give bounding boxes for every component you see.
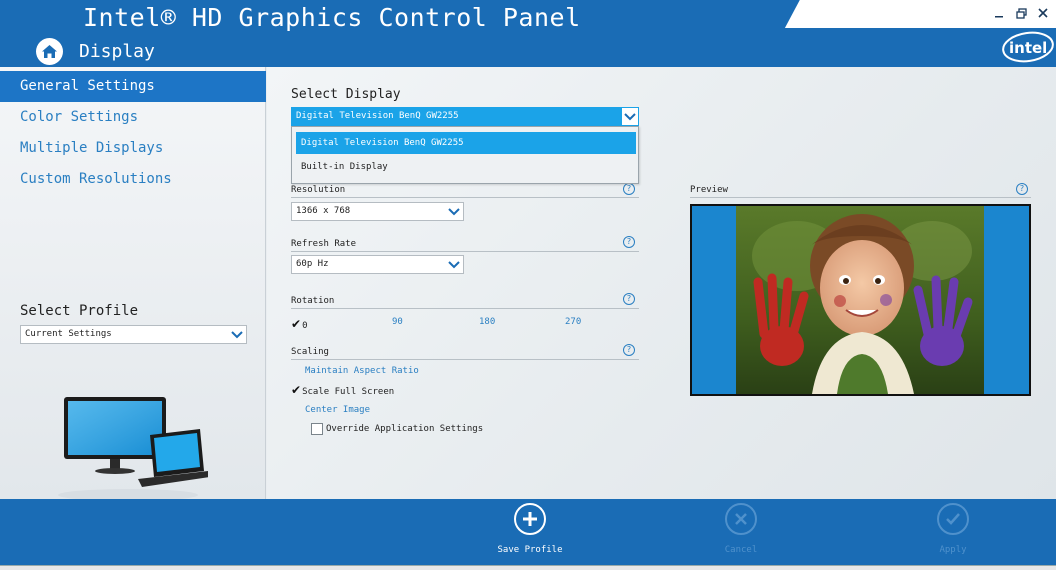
sidebar-item-custom-resolutions[interactable]: Custom Resolutions [0, 164, 266, 195]
divider [291, 197, 639, 198]
intel-logo: intel [1002, 31, 1054, 63]
resolution-select-value: 1366 x 768 [296, 206, 351, 216]
refresh-rate-label: Refresh Rate [291, 239, 357, 249]
page-title: Display [79, 41, 155, 62]
display-option[interactable]: Digital Television BenQ GW2255 [296, 132, 636, 154]
help-icon[interactable]: ? [623, 293, 635, 305]
resolution-label: Resolution [291, 185, 346, 195]
scaling-option-center-image[interactable]: Center Image [305, 405, 370, 415]
close-icon[interactable] [1036, 6, 1050, 20]
intel-logo-text: intel [1009, 39, 1047, 57]
check-circle-icon [937, 503, 969, 535]
sidebar-item-color-settings[interactable]: Color Settings [0, 102, 266, 133]
help-icon[interactable]: ? [623, 344, 635, 356]
refresh-rate-select-value: 60p Hz [296, 259, 329, 269]
resolution-select[interactable]: 1366 x 768 [291, 202, 464, 221]
profile-select-value: Current Settings [25, 329, 112, 339]
display-dropdown-list: Digital Television BenQ GW2255 Built-in … [291, 126, 639, 184]
rotation-option-90[interactable]: 90 [392, 317, 403, 327]
rotation-option-180[interactable]: 180 [479, 317, 495, 327]
window-controls [992, 6, 1050, 20]
taskbar-strip [0, 565, 1056, 570]
scaling-option-maintain-aspect-ratio[interactable]: Maintain Aspect Ratio [305, 366, 419, 376]
home-button[interactable] [36, 38, 63, 65]
cancel-label: Cancel [724, 545, 758, 555]
restore-icon[interactable] [1014, 6, 1028, 20]
save-profile-button[interactable]: Save Profile [485, 503, 575, 555]
scaling-label: Scaling [291, 347, 329, 357]
sidebar: General Settings Color Settings Multiple… [0, 67, 266, 501]
refresh-rate-select[interactable]: 60p Hz [291, 255, 464, 274]
minimize-icon[interactable] [992, 6, 1006, 20]
divider [291, 251, 639, 252]
rotation-option-label: 0 [302, 321, 308, 331]
plus-icon [514, 503, 546, 535]
chevron-down-icon [448, 208, 460, 216]
help-icon[interactable]: ? [623, 236, 635, 248]
main-panel: Select Display Digital Television BenQ G… [267, 67, 1056, 499]
override-application-settings[interactable]: Override Application Settings [311, 423, 483, 435]
apply-label: Apply [939, 545, 967, 555]
scaling-option-label: Scale Full Screen [302, 387, 395, 397]
monitor-laptop-illustration [58, 397, 208, 501]
chevron-down-icon [231, 331, 243, 339]
select-profile-label: Select Profile [20, 303, 139, 319]
footer-bar: Save Profile Cancel Apply [0, 499, 1056, 570]
sidebar-item-multiple-displays[interactable]: Multiple Displays [0, 133, 266, 164]
select-display-label: Select Display [291, 87, 401, 102]
display-select[interactable]: Digital Television BenQ GW2255 [291, 107, 639, 126]
rotation-label: Rotation [291, 296, 335, 306]
override-label: Override Application Settings [326, 424, 484, 434]
cancel-button[interactable]: Cancel [696, 503, 786, 555]
rotation-option-0[interactable]: ✔0 [291, 317, 307, 331]
divider [690, 197, 1031, 198]
chevron-down-icon [448, 261, 460, 269]
apply-button[interactable]: Apply [908, 503, 998, 555]
title-bar: Intel® HD Graphics Control Panel Display… [0, 0, 1056, 67]
checkmark-icon: ✔ [291, 383, 302, 397]
preview-photo [692, 206, 1029, 394]
help-icon[interactable]: ? [1016, 183, 1028, 195]
divider [291, 359, 639, 360]
display-option[interactable]: Built-in Display [296, 156, 636, 178]
app-title: Intel® HD Graphics Control Panel [83, 3, 581, 32]
sidebar-item-general-settings[interactable]: General Settings [0, 71, 266, 102]
scaling-option-scale-full-screen[interactable]: ✔Scale Full Screen [291, 383, 394, 397]
chevron-down-icon [624, 113, 636, 121]
save-profile-label: Save Profile [497, 545, 563, 555]
preview-label: Preview [690, 185, 728, 195]
close-circle-icon [725, 503, 757, 535]
home-icon [42, 45, 57, 58]
help-icon[interactable]: ? [623, 183, 635, 195]
display-select-toggle[interactable] [621, 107, 639, 126]
divider [291, 308, 639, 309]
profile-select[interactable]: Current Settings [20, 325, 247, 344]
preview-image [690, 204, 1031, 396]
rotation-option-270[interactable]: 270 [565, 317, 581, 327]
override-checkbox[interactable] [311, 423, 323, 435]
display-select-value: Digital Television BenQ GW2255 [296, 111, 459, 121]
checkmark-icon: ✔ [291, 317, 302, 331]
